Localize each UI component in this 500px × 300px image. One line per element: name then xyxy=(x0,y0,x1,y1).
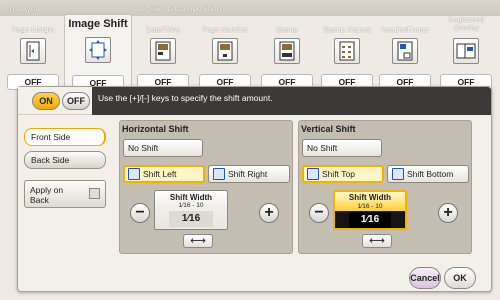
back-side-tab[interactable]: Back Side xyxy=(24,151,106,169)
tab-label: Date/Time xyxy=(145,25,181,34)
horizontal-shift-panel: Horizontal Shift No Shift Shift Left Shi… xyxy=(119,120,293,254)
plus-button[interactable]: + xyxy=(259,203,279,223)
image-shift-dialog: ON OFF Use the [+]/[-] keys to specify t… xyxy=(17,86,492,292)
apply-on-back-toggle[interactable]: Apply on Back xyxy=(24,180,106,208)
header-footer-icon xyxy=(392,38,418,64)
function-tabs: Page Margin OFF Image Shift OFF Date/Tim… xyxy=(0,14,500,92)
shift-width-range: 1⁄16 - 10 xyxy=(335,202,405,211)
image-shift-icon xyxy=(85,37,111,63)
dialog-header: ON OFF Use the [+]/[-] keys to specify t… xyxy=(18,87,491,115)
ok-button[interactable]: OK xyxy=(444,267,476,289)
vertical-shift-panel: Vertical Shift No Shift Shift Top Shift … xyxy=(298,120,472,254)
shift-top-label: Shift Top xyxy=(322,169,355,179)
tab-label: Stamp Repeat xyxy=(323,25,371,34)
shift-left-icon xyxy=(128,167,140,180)
tab-header-footer[interactable]: Header/Footer OFF xyxy=(374,14,436,92)
shift-bottom-button[interactable]: Shift Bottom xyxy=(387,165,469,183)
apply-on-back-label: Apply on Back xyxy=(30,185,64,205)
tab-date-time[interactable]: Date/Time OFF xyxy=(134,14,192,92)
no-shift-horizontal-button[interactable]: No Shift xyxy=(123,139,203,157)
shift-width-value: 1⁄16 xyxy=(349,212,391,228)
no-shift-vertical-button[interactable]: No Shift xyxy=(302,139,382,157)
section-c-label: C) Stamp/Composition xyxy=(136,3,222,13)
tab-label: Stamp xyxy=(276,25,298,34)
tab-image-shift[interactable]: Image Shift OFF xyxy=(64,14,132,92)
shift-width-range: 1⁄16 - 10 xyxy=(178,202,204,209)
section-b-label: B) Layout xyxy=(6,3,43,13)
instruction-text: Use the [+]/[-] keys to specify the shif… xyxy=(92,87,491,115)
panel-title: Horizontal Shift xyxy=(122,124,189,134)
ten-key-toggle-button[interactable]: ⟷ xyxy=(183,234,213,248)
shift-top-icon xyxy=(307,167,319,180)
tab-label: Page Number xyxy=(201,25,249,34)
tab-registered-overlay[interactable]: Registered Overlay OFF xyxy=(434,14,498,92)
tab-stamp-repeat[interactable]: Stamp Repeat OFF xyxy=(318,14,376,92)
shift-bottom-label: Shift Bottom xyxy=(407,169,454,179)
tab-label: Page Margin xyxy=(11,25,55,34)
shift-width-label: Shift Width xyxy=(169,193,213,202)
minus-button[interactable]: − xyxy=(309,203,329,223)
shift-width-value: 1⁄16 xyxy=(169,211,213,227)
cancel-button[interactable]: Cancel xyxy=(409,267,441,289)
ten-key-toggle-button[interactable]: ⟷ xyxy=(362,234,392,248)
tab-stamp[interactable]: Stamp OFF xyxy=(258,14,316,92)
on-button[interactable]: ON xyxy=(32,92,60,110)
plus-button[interactable]: + xyxy=(438,203,458,223)
page-number-icon xyxy=(212,38,238,64)
shift-top-button[interactable]: Shift Top xyxy=(302,165,384,183)
tab-label: Image Shift xyxy=(68,18,128,30)
shift-left-button[interactable]: Shift Left xyxy=(123,165,205,183)
shift-width-display: Shift Width 1⁄16 - 10 1⁄16 xyxy=(154,190,228,230)
stamp-icon xyxy=(274,38,300,64)
tab-label: Registered Overlay xyxy=(447,15,485,32)
registered-overlay-icon xyxy=(453,38,479,64)
page-margin-icon xyxy=(20,38,46,64)
date-time-icon xyxy=(150,38,176,64)
shift-width-display: Shift Width 1⁄16 - 10 1⁄16 xyxy=(333,190,407,230)
shift-bottom-icon xyxy=(392,167,404,180)
tab-page-number[interactable]: Page Number OFF xyxy=(194,14,256,92)
off-button[interactable]: OFF xyxy=(62,92,90,110)
shift-right-button[interactable]: Shift Right xyxy=(208,165,290,183)
shift-left-label: Shift Left xyxy=(143,169,177,179)
shift-right-icon xyxy=(213,167,225,180)
panel-title: Vertical Shift xyxy=(301,124,356,134)
tab-label: Header/Footer xyxy=(380,25,430,34)
shift-right-label: Shift Right xyxy=(228,169,268,179)
checkbox-icon xyxy=(89,188,100,199)
minus-button[interactable]: − xyxy=(130,203,150,223)
tab-page-margin[interactable]: Page Margin OFF xyxy=(4,14,62,92)
front-side-tab[interactable]: Front Side xyxy=(24,128,106,146)
stamp-repeat-icon xyxy=(334,38,360,64)
